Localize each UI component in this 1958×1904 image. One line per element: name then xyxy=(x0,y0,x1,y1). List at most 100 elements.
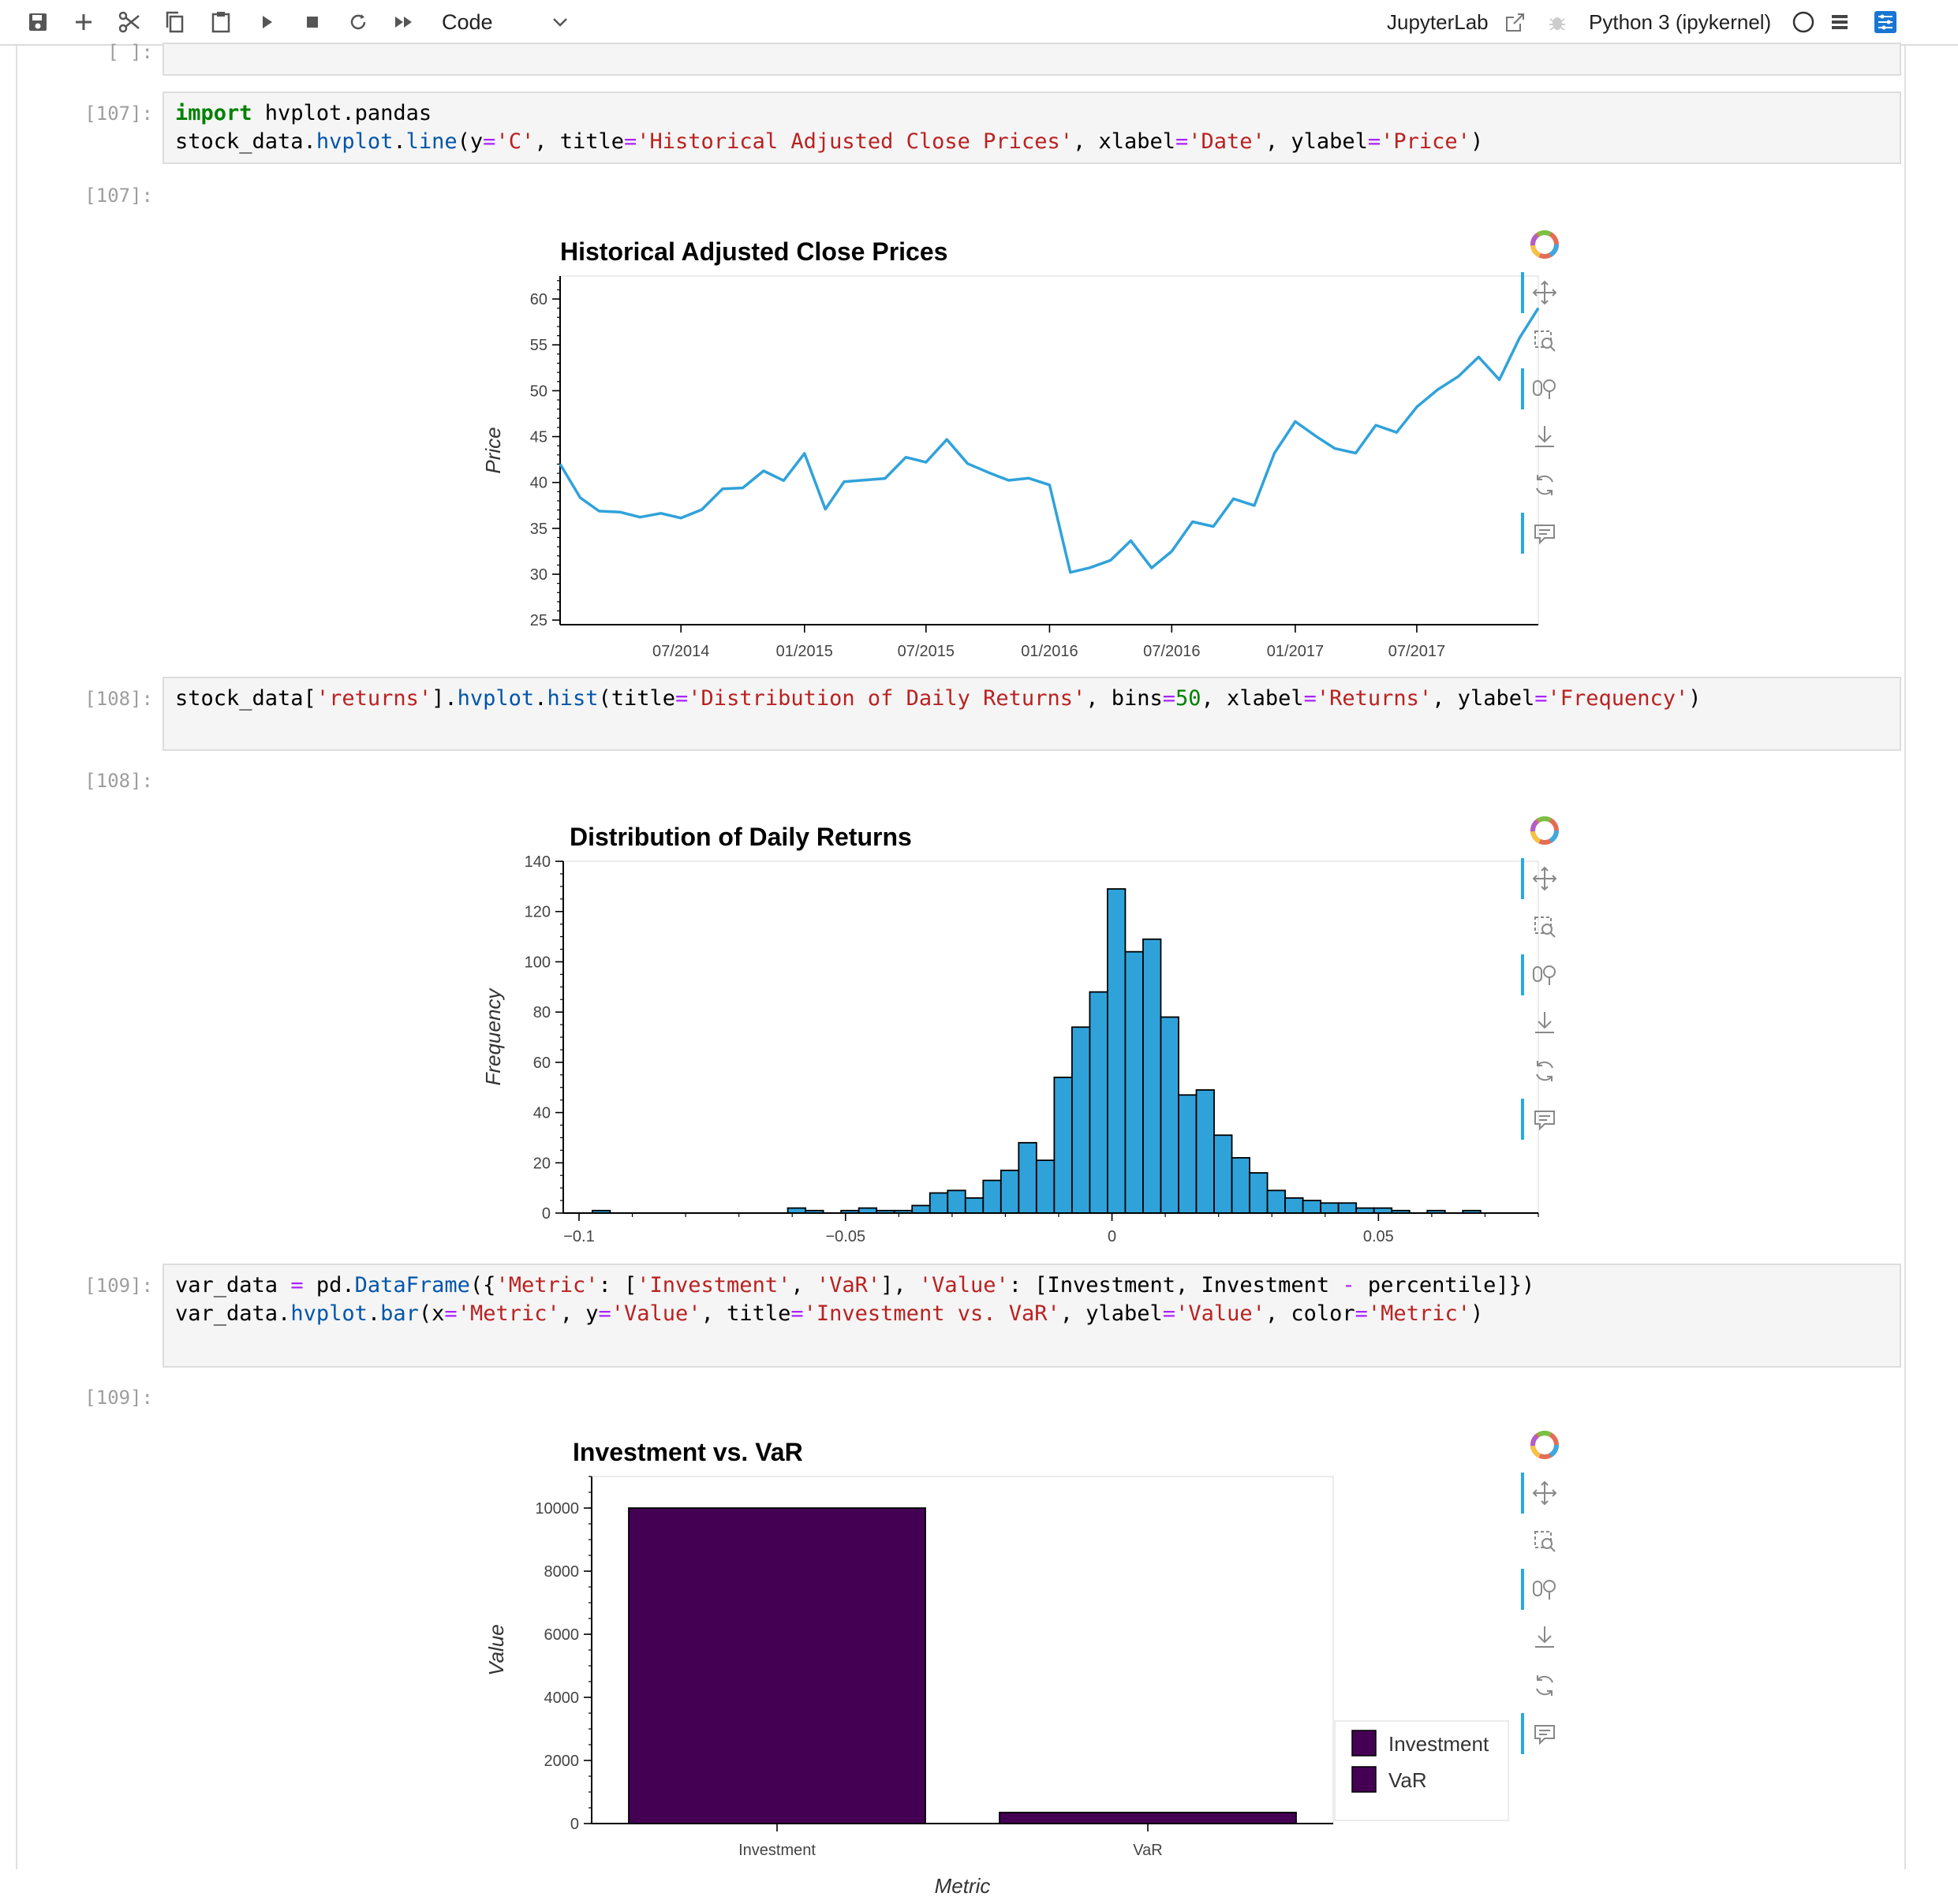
code-op: = xyxy=(624,129,637,154)
code-text: ) xyxy=(1470,1301,1484,1326)
copy-icon[interactable] xyxy=(159,6,191,38)
y-tick-label: 40 xyxy=(533,1105,551,1122)
code-text: (y xyxy=(457,129,484,154)
y-tick-label: 8000 xyxy=(544,1563,580,1581)
histogram-bar xyxy=(1053,1077,1073,1214)
reset-tool-icon[interactable] xyxy=(1521,1047,1568,1095)
jupyterlab-link[interactable]: JupyterLab xyxy=(1387,5,1497,39)
y-axis-label: Value xyxy=(484,1624,508,1676)
code-op: = xyxy=(1355,1301,1368,1326)
histogram-chart[interactable]: Distribution of Daily Returns 0 20 40 60 80 10… xyxy=(459,767,1540,1297)
chart-title: Historical Adjusted Close Prices xyxy=(560,237,947,266)
x-tick-label: 0 xyxy=(1108,1228,1116,1245)
code-text: , ylabel xyxy=(1432,686,1535,711)
box-zoom-tool-icon[interactable] xyxy=(1521,1518,1568,1565)
histogram-bar xyxy=(1178,1094,1198,1214)
code-cell-109[interactable]: var_data = pd.DataFrame({'Metric': ['Inv… xyxy=(163,1264,1901,1368)
histogram-bar xyxy=(964,1197,985,1214)
code-text: , y xyxy=(559,1301,599,1326)
code-cell-108[interactable]: stock_data['returns'].hvplot.hist(title=… xyxy=(163,677,1901,751)
code-attr: line xyxy=(405,129,458,154)
code-string: 'C' xyxy=(495,129,535,154)
box-zoom-tool-icon[interactable] xyxy=(1521,317,1568,364)
save-tool-icon[interactable] xyxy=(1521,999,1568,1047)
code-text: , ylabel xyxy=(1059,1301,1163,1326)
pan-tool-icon[interactable] xyxy=(1521,269,1568,316)
code-string: 'VaR' xyxy=(816,1273,881,1297)
code-op: = xyxy=(675,686,689,711)
notebook-panel: [ ]: [107]: import hvplot.pandas stock_d… xyxy=(16,41,1906,1898)
stop-icon[interactable] xyxy=(297,6,328,38)
code-string: 'Distribution of Daily Returns' xyxy=(688,686,1086,711)
x-tick-label: 0.05 xyxy=(1363,1228,1394,1245)
code-op: = xyxy=(483,129,496,154)
run-all-icon[interactable] xyxy=(388,6,420,38)
debugger-bug-icon[interactable] xyxy=(1541,6,1573,38)
cell-prompt: [108]: xyxy=(84,688,153,710)
code-op: = xyxy=(1175,129,1189,154)
x-tick-label: 07/2015 xyxy=(898,643,955,660)
histogram-bar xyxy=(1089,991,1108,1214)
save-tool-icon[interactable] xyxy=(1521,1614,1568,1661)
menu-icon[interactable] xyxy=(1824,6,1855,38)
restart-icon[interactable] xyxy=(342,6,374,38)
bokeh-logo-icon[interactable] xyxy=(1521,807,1568,854)
bar-investment xyxy=(628,1507,926,1824)
code-text: , color xyxy=(1265,1301,1355,1326)
code-op: = xyxy=(444,1301,458,1326)
x-tick-label: 07/2014 xyxy=(652,643,709,660)
histogram-bar xyxy=(1018,1141,1037,1214)
add-cell-icon[interactable] xyxy=(68,6,99,38)
bokeh-toolbar-2 xyxy=(1521,807,1568,1140)
property-inspector-icon[interactable] xyxy=(1870,6,1901,38)
histogram-bar xyxy=(1337,1202,1358,1214)
x-tick-label: 07/2016 xyxy=(1143,643,1200,660)
code-string: 'Frequency' xyxy=(1547,686,1689,711)
wheel-zoom-tool-icon[interactable] xyxy=(1521,1566,1568,1613)
y-axis-label: Price xyxy=(481,427,505,473)
x-axis-label: Metric xyxy=(935,1874,991,1898)
code-cell-107[interactable]: import hvplot.pandas stock_data.hvplot.l… xyxy=(163,91,1901,164)
code-attr: hvplot xyxy=(290,1301,368,1326)
line-chart[interactable]: Historical Adjusted Close Prices 25 30 35 40… xyxy=(459,181,1540,702)
cut-icon[interactable] xyxy=(114,6,145,38)
hover-tool-icon[interactable] xyxy=(1521,1710,1568,1757)
code-string: 'Metric' xyxy=(457,1301,560,1326)
run-icon[interactable] xyxy=(251,6,282,38)
kernel-name[interactable]: Python 3 (ipykernel) xyxy=(1589,5,1794,39)
histogram-bar xyxy=(1249,1172,1269,1214)
pan-tool-icon[interactable] xyxy=(1521,855,1568,902)
histogram-bar xyxy=(929,1192,949,1214)
code-text: var_data. xyxy=(175,1301,291,1326)
external-link-icon[interactable] xyxy=(1499,6,1530,38)
histogram-bar xyxy=(1266,1189,1287,1214)
chevron-down-icon[interactable] xyxy=(544,6,576,38)
chart-title: Distribution of Daily Returns xyxy=(570,823,912,851)
code-attr: hist xyxy=(547,686,599,711)
wheel-zoom-tool-icon[interactable] xyxy=(1521,951,1568,999)
bokeh-logo-icon[interactable] xyxy=(1521,1421,1568,1469)
box-zoom-tool-icon[interactable] xyxy=(1521,903,1568,950)
code-string: 'Metric' xyxy=(1367,1301,1470,1326)
code-cell-empty[interactable] xyxy=(163,43,1901,76)
y-tick-label: 100 xyxy=(525,954,551,971)
hover-tool-icon[interactable] xyxy=(1521,510,1568,557)
hover-tool-icon[interactable] xyxy=(1521,1096,1568,1143)
reset-tool-icon[interactable] xyxy=(1521,1662,1568,1709)
code-op: - xyxy=(1342,1273,1355,1297)
cell-prompt: [107]: xyxy=(84,103,153,125)
wheel-zoom-tool-icon[interactable] xyxy=(1521,365,1568,413)
x-tick-label: 01/2016 xyxy=(1021,643,1078,660)
code-op: = xyxy=(1534,686,1548,711)
save-tool-icon[interactable] xyxy=(1521,413,1568,461)
pan-tool-icon[interactable] xyxy=(1521,1469,1568,1517)
bar-chart[interactable]: Investment vs. VaR 0 2000 4000 6000 8000 10000… xyxy=(459,1383,1540,1904)
reset-tool-icon[interactable] xyxy=(1521,461,1568,509)
paste-icon[interactable] xyxy=(205,6,237,38)
chart-title: Investment vs. VaR xyxy=(573,1438,803,1466)
bokeh-logo-icon[interactable] xyxy=(1521,221,1568,268)
save-icon[interactable] xyxy=(22,6,54,38)
x-tick-label: −0.05 xyxy=(825,1228,865,1245)
bokeh-toolbar-3 xyxy=(1521,1421,1568,1754)
code-text: . xyxy=(367,1301,381,1326)
